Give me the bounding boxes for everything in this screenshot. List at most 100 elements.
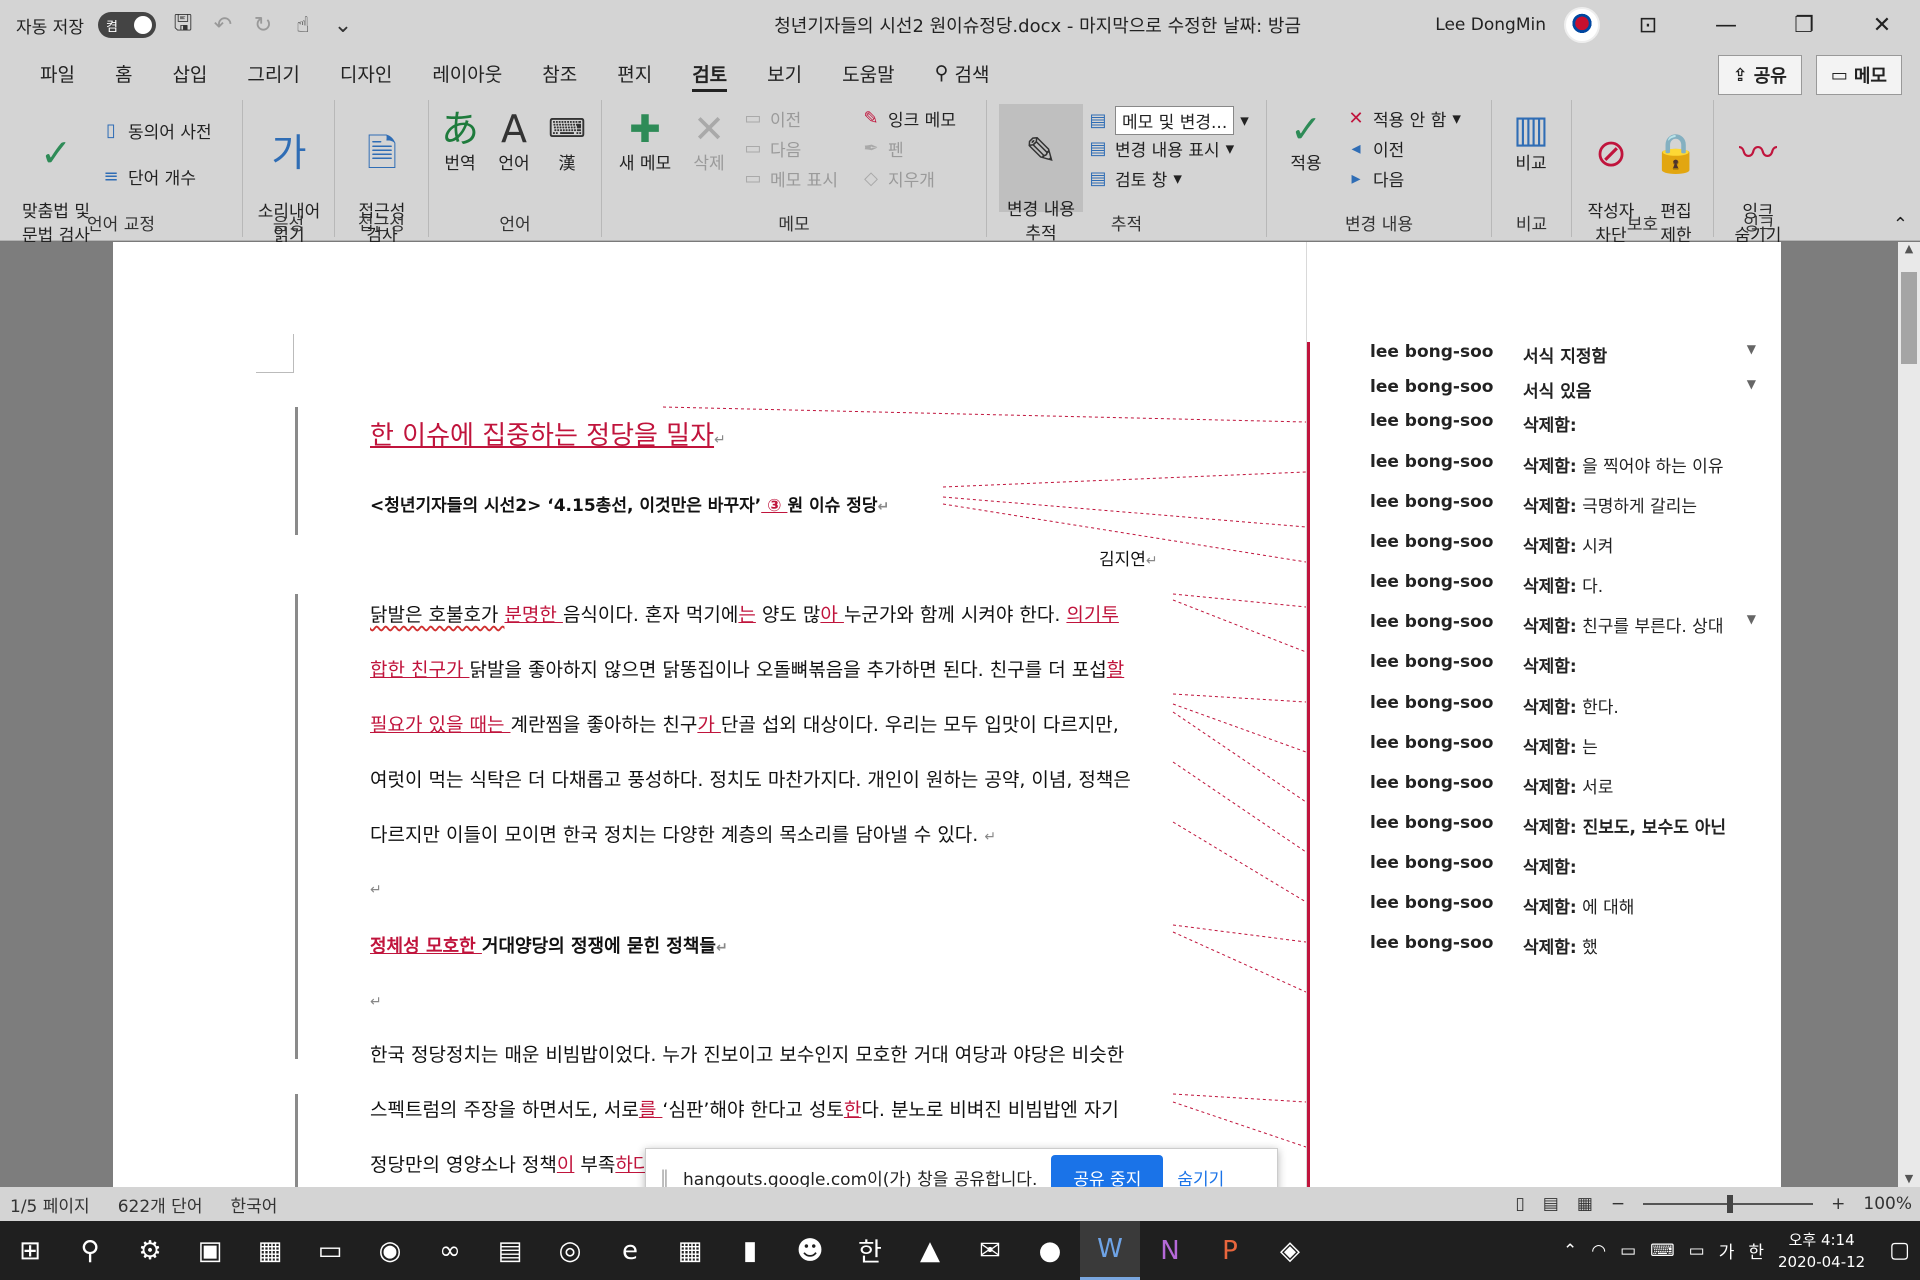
tab-mailings[interactable]: 편지 [597,50,672,96]
hangul-icon[interactable]: 한 [840,1221,900,1280]
zoom-level[interactable]: 100% [1863,1194,1912,1214]
hanja-button[interactable]: ⌨ 漢 [545,106,589,176]
customize-qat-icon[interactable]: ⌄ [330,13,356,38]
ime-mode[interactable]: 가 [1719,1238,1735,1263]
chrome-icon[interactable]: ◎ [540,1221,600,1280]
scroll-down-icon[interactable]: ▼ [1898,1172,1920,1185]
comment-balloon[interactable]: lee bong-soo 삭제함: 다. [1370,572,1770,597]
comment-balloon[interactable]: lee bong-soo 삭제함: 서로 [1370,773,1770,798]
display-for-review-dropdown[interactable]: ▤ 메모 및 변경... ▾ [1087,106,1249,135]
scroll-up-icon[interactable]: ▲ [1898,242,1920,255]
battery-icon[interactable]: ▭ [1620,1241,1636,1261]
user-name[interactable]: Lee DongMin [1435,15,1546,35]
clipboard-icon[interactable]: ▮ [720,1221,780,1280]
edge-icon[interactable]: e [600,1221,660,1280]
comment-balloon[interactable]: lee bong-soo 삭제함: [1370,652,1770,677]
new-comment-button[interactable]: ✚ 새 메모 [612,106,678,176]
comments-button[interactable]: ▭ 메모 [1815,55,1902,95]
previous-change-button[interactable]: ◂ 이전 [1345,136,1404,161]
pen-button[interactable]: ✒ 펜 [860,136,903,161]
zoom-app-icon[interactable]: ● [1020,1221,1080,1280]
compare-button[interactable]: ▥ 비교 [1498,106,1564,176]
comment-balloon[interactable]: lee bong-soo 서식 있음 ▼ [1370,377,1770,402]
tab-file[interactable]: 파일 [20,50,95,96]
document-page[interactable]: 한 이슈에 집중하는 정당을 밀자↵ <청년기자들의 시선2> ‘4.15총선,… [113,242,1306,1187]
vertical-scrollbar[interactable]: ▲ ▼ [1898,242,1920,1187]
comment-balloon[interactable]: lee bong-soo 삭제함: 을 찍어야 하는 이유 [1370,452,1770,477]
reject-button[interactable]: ✕ 적용 안 함 ▾ [1345,106,1460,131]
mail-icon[interactable]: ✉ [960,1221,1020,1280]
people-icon[interactable]: ☻ [780,1221,840,1280]
redo-icon[interactable]: ↻ [250,13,276,38]
autosave-toggle[interactable]: 켬 [97,12,156,38]
powerpoint-icon[interactable]: P [1200,1221,1260,1280]
undo-icon[interactable]: ↶ [210,13,236,38]
tab-insert[interactable]: 삽입 [152,50,227,96]
expand-balloon-icon[interactable]: ▼ [1747,612,1756,626]
tab-home[interactable]: 홈 [95,50,152,96]
close-icon[interactable]: ✕ [1852,0,1912,50]
accept-button[interactable]: ✓ 적용 [1277,106,1335,176]
comment-balloon[interactable]: lee bong-soo 삭제함: 극명하게 갈리는 [1370,492,1770,517]
keyboard-icon[interactable]: ⌨ [1650,1241,1675,1261]
ime-hangul[interactable]: 한 [1748,1238,1764,1263]
thesaurus-button[interactable]: ▯ 동의어 사전 [100,118,212,143]
minimize-icon[interactable]: — [1696,0,1756,50]
word-count[interactable]: 622개 단어 [118,1192,203,1217]
tell-me-search[interactable]: ⚲ 검색 [915,50,1010,96]
comment-balloon[interactable]: lee bong-soo 삭제함: 시켜 [1370,532,1770,557]
zoom-slider[interactable] [1643,1195,1814,1213]
share-button[interactable]: ⇪ 공유 [1717,55,1802,95]
clock[interactable]: 오후 4:14 2020-04-12 [1778,1229,1865,1273]
settings-gear-icon[interactable]: ⚙ [120,1221,180,1280]
tab-design[interactable]: 디자인 [320,50,412,96]
word-icon[interactable]: W [1080,1221,1140,1280]
user-avatar[interactable] [1564,7,1600,43]
app-icon[interactable]: ▣ [180,1221,240,1280]
restore-icon[interactable]: ❐ [1774,0,1834,50]
tab-layout[interactable]: 레이아웃 [412,50,522,96]
page-count[interactable]: 1/5 페이지 [10,1192,90,1217]
tab-help[interactable]: 도움말 [822,50,914,96]
eraser-button[interactable]: ◇ 지우개 [860,166,935,191]
onenote-icon[interactable]: N [1140,1221,1200,1280]
expand-balloon-icon[interactable]: ▼ [1747,342,1756,356]
track-changes-button[interactable]: ✎ 변경 내용 추적 [999,104,1083,244]
touch-mode-icon[interactable]: ☝ [290,13,316,38]
comment-balloon[interactable]: lee bong-soo 삭제함: 친구를 부른다. 상대 ▼ [1370,612,1770,637]
scroll-thumb[interactable] [1901,272,1917,364]
language-button[interactable]: A 언어 [489,106,539,176]
comment-balloon[interactable]: lee bong-soo 삭제함: 에 대해 [1370,893,1770,918]
chevron-up-icon[interactable]: ⌃ [1563,1241,1577,1261]
translate-button[interactable]: あ 번역 [433,106,487,176]
web-layout-icon[interactable]: ▦ [1577,1194,1593,1214]
print-layout-icon[interactable]: ▤ [1543,1194,1559,1214]
comment-balloon[interactable]: lee bong-soo 삭제함: 진보도, 보수도 아닌 [1370,813,1770,838]
ultraedit-icon[interactable]: ◉ [360,1221,420,1280]
notepad-icon[interactable]: ▭ [300,1221,360,1280]
comment-balloon[interactable]: lee bong-soo 삭제함: 한다. [1370,693,1770,718]
tab-review[interactable]: 검토 [672,50,747,96]
next-comment-button[interactable]: ▭ 다음 [742,136,801,161]
tab-draw[interactable]: 그리기 [227,50,319,96]
search-icon[interactable]: ⚲ [60,1221,120,1280]
comment-balloon[interactable]: lee bong-soo 삭제함: [1370,411,1770,436]
calendar-icon[interactable]: ▦ [660,1221,720,1280]
ink-comment-button[interactable]: ✎ 잉크 메모 [860,106,956,131]
comment-balloon[interactable]: lee bong-soo 서식 지정함 ▼ [1370,342,1770,367]
language-indicator[interactable]: 한국어 [230,1192,277,1217]
windows-start-icon[interactable]: ⊞ [0,1221,60,1280]
file-explorer-icon[interactable]: ▤ [480,1221,540,1280]
expand-balloon-icon[interactable]: ▼ [1747,377,1756,391]
word-count-button[interactable]: ≡ 단어 개수 [100,164,196,189]
zoom-out-icon[interactable]: − [1611,1194,1625,1214]
link-app-icon[interactable]: ∞ [420,1221,480,1280]
ribbon-display-icon[interactable]: ⊡ [1618,0,1678,50]
comment-balloon[interactable]: lee bong-soo 삭제함: 했 [1370,933,1770,958]
calculator-icon[interactable]: ▦ [240,1221,300,1280]
collapse-ribbon-icon[interactable]: ⌃ [1893,214,1908,235]
previous-comment-button[interactable]: ▭ 이전 [742,106,801,131]
tab-references[interactable]: 참조 [522,50,597,96]
tab-view[interactable]: 보기 [747,50,822,96]
zoom-in-icon[interactable]: + [1831,1194,1845,1214]
